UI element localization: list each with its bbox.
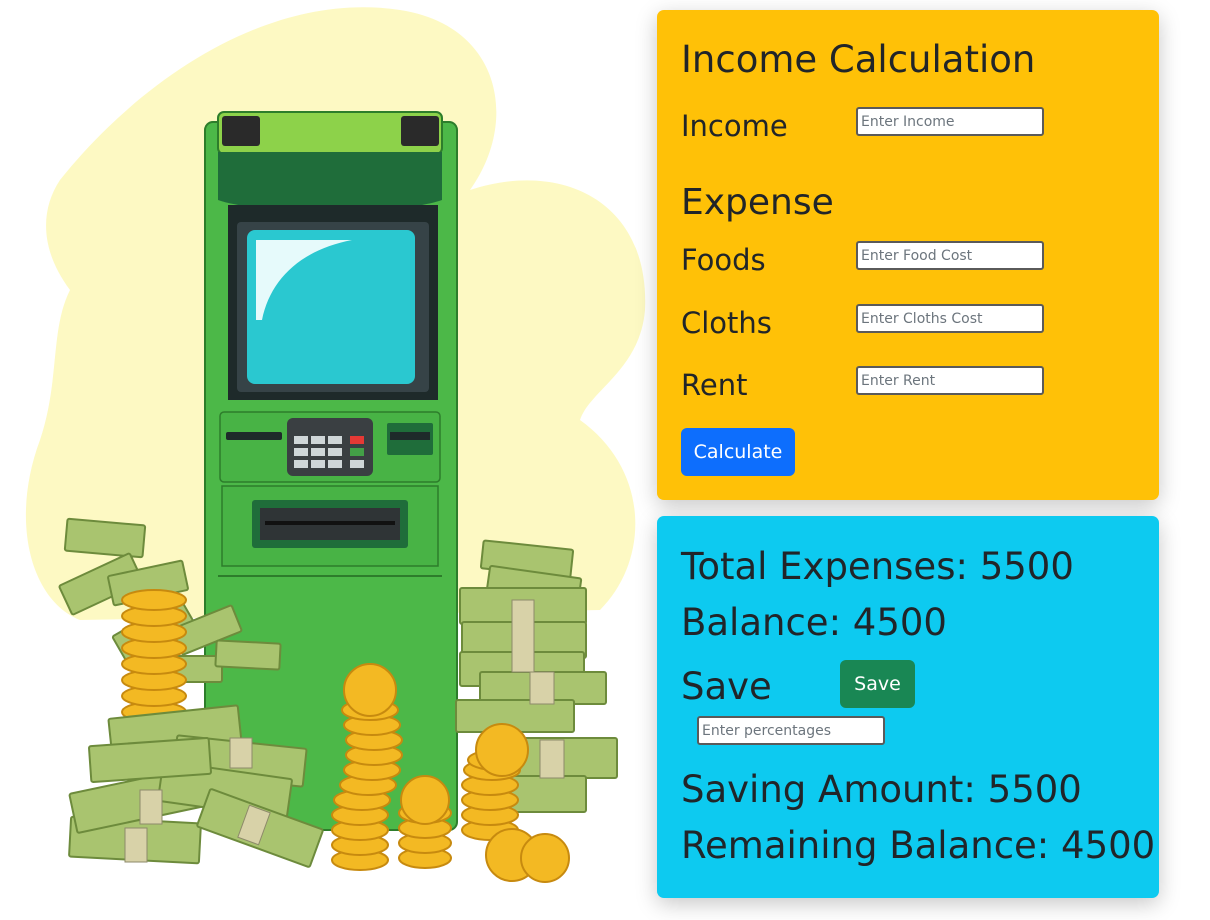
income-calculation-card: Income Calculation Income Expense Foods … — [657, 10, 1159, 500]
total-expenses-line: Total Expenses: 5500 — [681, 548, 1074, 585]
results-card: Total Expenses: 5500 Balance: 4500 Save … — [657, 516, 1159, 898]
balance-line: Balance: 4500 — [681, 604, 947, 641]
cloths-label: Cloths — [681, 306, 772, 340]
total-expenses-value: 5500 — [979, 545, 1074, 588]
cloths-input[interactable] — [856, 304, 1044, 333]
saving-amount-line: Saving Amount: 5500 — [681, 771, 1082, 808]
rent-label: Rent — [681, 368, 748, 402]
save-button[interactable]: Save — [840, 660, 915, 708]
remaining-balance-label: Remaining Balance: — [681, 824, 1062, 867]
coin-tower-small — [398, 775, 452, 869]
calculate-button[interactable]: Calculate — [681, 428, 795, 476]
income-label: Income — [681, 109, 788, 143]
save-label: Save — [681, 665, 772, 708]
percentage-input[interactable] — [697, 716, 885, 745]
total-expenses-label: Total Expenses: — [681, 545, 980, 588]
foods-label: Foods — [681, 243, 766, 277]
saving-amount-label: Saving Amount: — [681, 768, 988, 811]
income-input[interactable] — [856, 107, 1044, 136]
saving-amount-value: 5500 — [987, 768, 1082, 811]
remaining-balance-line: Remaining Balance: 4500 — [681, 827, 1155, 864]
foods-input[interactable] — [856, 241, 1044, 270]
income-calculation-title: Income Calculation — [681, 38, 1036, 81]
balance-label: Balance: — [681, 601, 853, 644]
expense-heading: Expense — [681, 182, 834, 223]
atm-machine — [204, 111, 458, 831]
balance-value: 4500 — [852, 601, 947, 644]
atm-money-illustration — [25, 7, 646, 883]
rent-input[interactable] — [856, 366, 1044, 395]
remaining-balance-value: 4500 — [1061, 824, 1156, 867]
coin-stack-left — [121, 589, 187, 723]
